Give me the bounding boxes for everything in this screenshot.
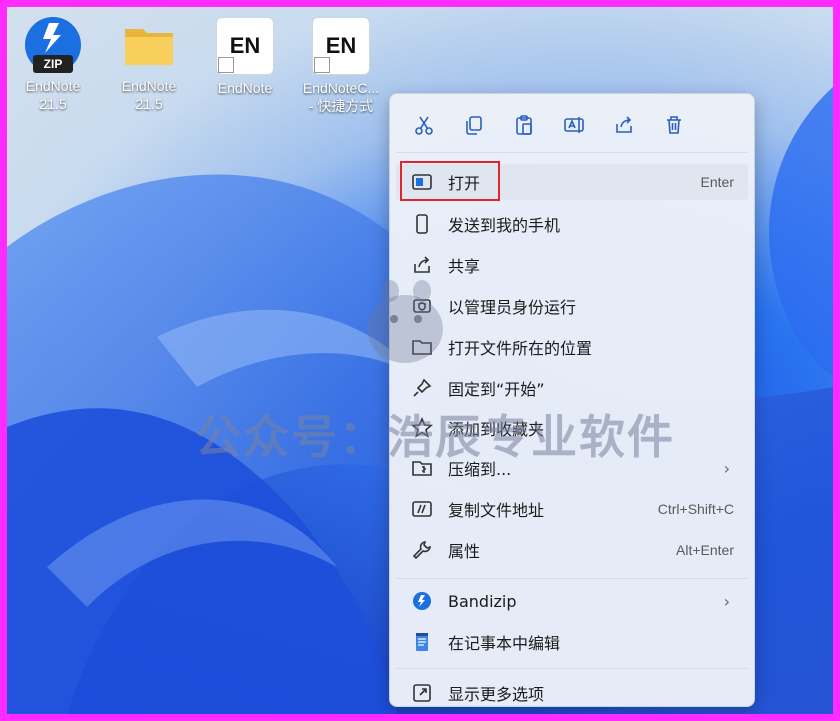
admin-icon	[410, 294, 434, 318]
menu-separator	[396, 668, 748, 669]
desktop-icon-label: EndNote 21.5	[25, 78, 81, 112]
compress-icon	[410, 456, 434, 480]
desktop-background: ZIP EndNote 21.5 EndNote 21.5 EN EndNote…	[7, 7, 833, 714]
menu-item-show-more-options[interactable]: 显示更多选项	[396, 675, 748, 711]
delete-icon[interactable]	[662, 113, 686, 137]
notepad-icon	[410, 630, 434, 654]
open-icon	[410, 170, 434, 194]
endnote-app-icon: EN	[312, 17, 370, 75]
menu-item-bandizip[interactable]: Bandizip ›	[396, 583, 748, 619]
menu-separator	[396, 152, 748, 153]
shortcut-arrow-icon	[314, 57, 330, 73]
desktop-icon-label: EndNoteC... - 快捷方式	[302, 80, 380, 114]
copy-path-icon	[410, 497, 434, 521]
menu-item-copy-file-path[interactable]: 复制文件地址 Ctrl+Shift+C	[396, 491, 748, 527]
menu-item-open-file-location[interactable]: 打开文件所在的位置	[396, 329, 748, 365]
rename-icon[interactable]	[562, 113, 586, 137]
desktop-icon-label: EndNote	[217, 80, 273, 96]
star-icon	[410, 416, 434, 440]
menu-item-run-as-admin[interactable]: 以管理员身份运行	[396, 288, 748, 324]
menu-item-properties[interactable]: 属性 Alt+Enter	[396, 532, 748, 568]
wrench-icon	[410, 538, 434, 562]
more-options-icon	[410, 681, 434, 705]
chevron-right-icon: ›	[723, 458, 730, 478]
context-menu-toolbar	[390, 94, 754, 152]
pin-icon	[410, 376, 434, 400]
menu-item-send-to-phone[interactable]: 发送到我的手机	[396, 206, 748, 242]
folder-icon	[410, 335, 434, 359]
menu-item-share[interactable]: 共享	[396, 247, 748, 283]
cut-icon[interactable]	[412, 113, 436, 137]
copy-icon[interactable]	[462, 113, 486, 137]
desktop-icon-label: EndNote 21.5	[121, 78, 177, 112]
chevron-right-icon: ›	[723, 591, 730, 611]
phone-icon	[410, 212, 434, 236]
folder-icon	[121, 17, 177, 73]
menu-item-open[interactable]: 打开 Enter	[396, 164, 748, 200]
bandizip-icon	[410, 589, 434, 613]
menu-item-edit-in-notepad[interactable]: 在记事本中编辑	[396, 624, 748, 660]
menu-item-compress-to[interactable]: 压缩到... ›	[396, 450, 748, 486]
paste-icon[interactable]	[512, 113, 536, 137]
endnote-app-icon: EN	[216, 17, 274, 75]
desktop-icon-endnote-zip[interactable]: ZIP EndNote 21.5	[9, 17, 97, 113]
menu-item-pin-to-start[interactable]: 固定到“开始”	[396, 370, 748, 406]
menu-separator	[396, 578, 748, 579]
zip-archive-icon: ZIP	[25, 17, 81, 73]
shortcut-arrow-icon	[218, 57, 234, 73]
desktop-icon-endnotec-shortcut[interactable]: EN EndNoteC... - 快捷方式	[297, 17, 385, 115]
context-menu: 打开 Enter 发送到我的手机 共享 以管理员身份运行 打开文件所在的位置 固…	[389, 93, 755, 707]
share-icon	[410, 253, 434, 277]
share-icon[interactable]	[612, 113, 636, 137]
desktop-icon-endnote-shortcut[interactable]: EN EndNote	[201, 17, 289, 97]
menu-item-add-to-favorites[interactable]: 添加到收藏夹	[396, 410, 748, 446]
desktop-icon-endnote-folder[interactable]: EndNote 21.5	[105, 17, 193, 113]
